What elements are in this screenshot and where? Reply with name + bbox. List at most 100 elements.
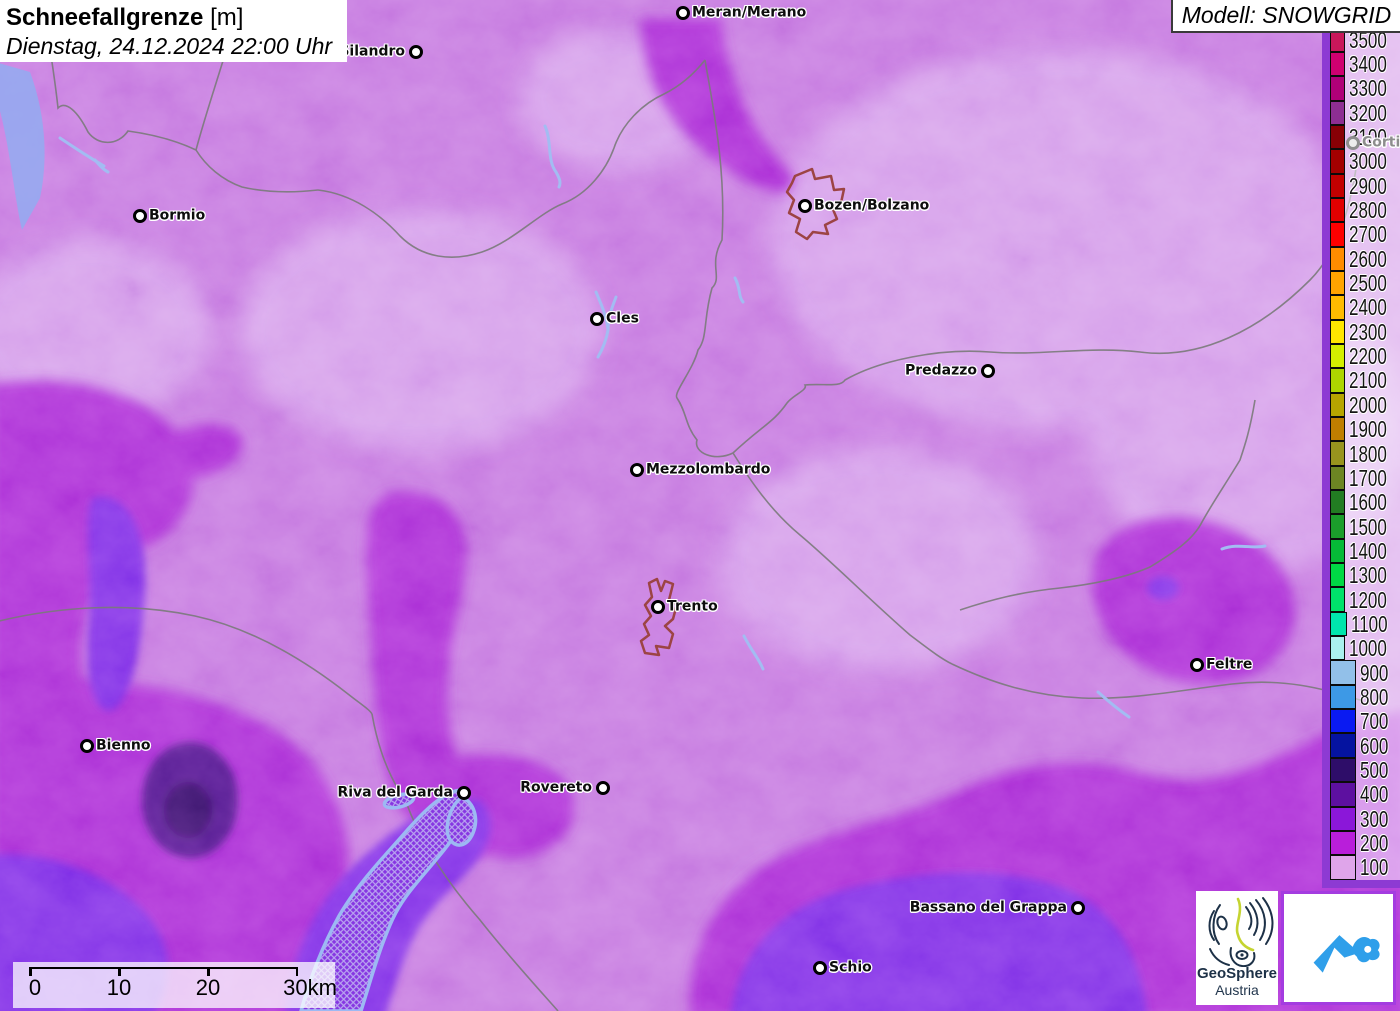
legend-entry: 300 [1330, 805, 1400, 832]
legend-value: 2600 [1348, 245, 1387, 272]
legend-swatch [1330, 124, 1345, 150]
legend-swatch [1330, 514, 1345, 539]
legend-swatch [1330, 782, 1356, 807]
scale-label: 30km [283, 975, 337, 1000]
legend-colorbar: 3500 3400 3300 3200 3100 3000 2900 2800 2700 2600… [1322, 27, 1400, 888]
legend-swatch [1330, 636, 1345, 661]
legend-swatch [1330, 76, 1345, 101]
legend-entry: 1900 [1330, 416, 1400, 443]
geosphere-austria-logo: GeoSphere Austria [1196, 891, 1278, 1005]
legend-value: 500 [1360, 756, 1389, 783]
legend-swatch [1330, 51, 1345, 77]
legend-swatch [1330, 709, 1356, 734]
page-title: Schneefallgrenze [m] [6, 4, 339, 32]
title-unit: [m] [210, 4, 244, 31]
legend-value: 1600 [1348, 489, 1387, 516]
legend-value: 2100 [1348, 367, 1387, 394]
legend-value: 1300 [1348, 562, 1387, 589]
legend-swatch [1330, 490, 1345, 515]
legend-entry: 3300 [1330, 75, 1400, 101]
legend-swatch [1330, 246, 1345, 271]
legend-swatch [1330, 343, 1345, 369]
legend-swatch [1330, 100, 1345, 125]
legend-entry: 400 [1330, 781, 1400, 807]
title-datetime: Dienstag, 24.12.2024 22:00 Uhr [6, 33, 333, 59]
legend-value: 2300 [1348, 318, 1387, 345]
legend-entry: 2200 [1330, 343, 1400, 370]
legend-entry: 500 [1330, 756, 1400, 783]
snowfall-limit-map: Meran/MeranoSchlanders/SilandroBormioBoz… [0, 0, 1400, 1011]
legend-value: 2900 [1348, 172, 1387, 199]
legend-entry: 2400 [1330, 294, 1400, 321]
legend-value: 1900 [1348, 416, 1387, 443]
legend-value: 1200 [1348, 586, 1387, 613]
scale-line [29, 967, 297, 969]
legend-entry: 200 [1330, 830, 1400, 857]
legend-value: 3000 [1348, 148, 1387, 175]
legend-value: 1100 [1350, 610, 1388, 637]
geosphere-country: Austria [1215, 982, 1259, 998]
geosphere-wordmark: GeoSphere [1196, 965, 1278, 982]
legend-entry: 1300 [1330, 562, 1400, 589]
legend-swatch [1330, 538, 1345, 564]
map-canvas [0, 0, 1400, 1011]
legend-entry: 800 [1330, 683, 1400, 710]
legend-swatch [1330, 587, 1345, 612]
legend-value: 2800 [1348, 197, 1387, 224]
legend-swatch [1330, 684, 1356, 710]
legend-value: 3200 [1348, 99, 1387, 126]
legend-swatch [1330, 806, 1356, 831]
legend-swatch [1330, 757, 1356, 783]
legend-entry: 1800 [1330, 440, 1400, 467]
legend-swatch [1330, 173, 1345, 198]
legend-entry: 1200 [1330, 586, 1400, 613]
legend-value: 2700 [1348, 221, 1387, 248]
legend-value: 300 [1360, 805, 1389, 832]
legend-entry: 900 [1330, 659, 1400, 686]
legend-entry: 600 [1330, 732, 1400, 759]
legend-value: 3100 [1348, 124, 1387, 151]
legend-value: 1800 [1348, 440, 1387, 467]
legend-value: 800 [1360, 683, 1389, 710]
legend-value: 900 [1360, 659, 1389, 686]
legend-entry: 100 [1330, 854, 1400, 880]
legend-swatch [1330, 441, 1345, 466]
model-box: Modell: SNOWGRID [1171, 0, 1400, 33]
legend-entry: 2000 [1330, 392, 1400, 418]
legend-swatch [1330, 660, 1356, 685]
legend-swatch [1330, 392, 1345, 417]
legend-value: 700 [1360, 708, 1389, 735]
legend-swatch [1330, 733, 1356, 758]
title-text: Schneefallgrenze [6, 4, 204, 31]
legend-value: 200 [1360, 830, 1389, 857]
legend-swatch [1330, 270, 1345, 296]
legend-entry: 2800 [1330, 197, 1400, 224]
legend-value: 1500 [1348, 513, 1387, 540]
partner-logo-box [1281, 891, 1396, 1005]
legend-value: 600 [1360, 732, 1389, 759]
legend-swatch [1330, 222, 1345, 247]
scale-label: 10 [106, 975, 132, 1000]
legend-entry: 1000 [1330, 635, 1400, 662]
legend-entry: 1400 [1330, 538, 1400, 564]
legend-value: 2200 [1348, 343, 1387, 370]
legend-entry: 1600 [1330, 489, 1400, 516]
hillshade-texture [0, 0, 1400, 1011]
legend-entry: 3100 [1330, 124, 1400, 151]
legend-swatch [1330, 319, 1345, 344]
legend-swatch [1330, 368, 1345, 393]
legend-value: 2400 [1348, 294, 1387, 321]
legend-entry: 2600 [1330, 245, 1400, 272]
legend-entry: 2100 [1330, 367, 1400, 394]
legend-entry: 3000 [1330, 148, 1400, 175]
legend-swatch [1330, 855, 1356, 880]
title-box: Schneefallgrenze [m] Dienstag, 24.12.202… [0, 0, 347, 62]
legend-entry: 700 [1330, 708, 1400, 735]
legend-entry: 2700 [1330, 221, 1400, 248]
scale-bar: 0 10 20 30km [13, 962, 337, 1008]
legend-value: 2500 [1348, 270, 1387, 297]
legend-entry: 3400 [1330, 51, 1400, 77]
legend-value: 1000 [1348, 635, 1387, 662]
legend-entry: 1700 [1330, 465, 1400, 491]
scale-label: 20 [195, 975, 221, 1000]
